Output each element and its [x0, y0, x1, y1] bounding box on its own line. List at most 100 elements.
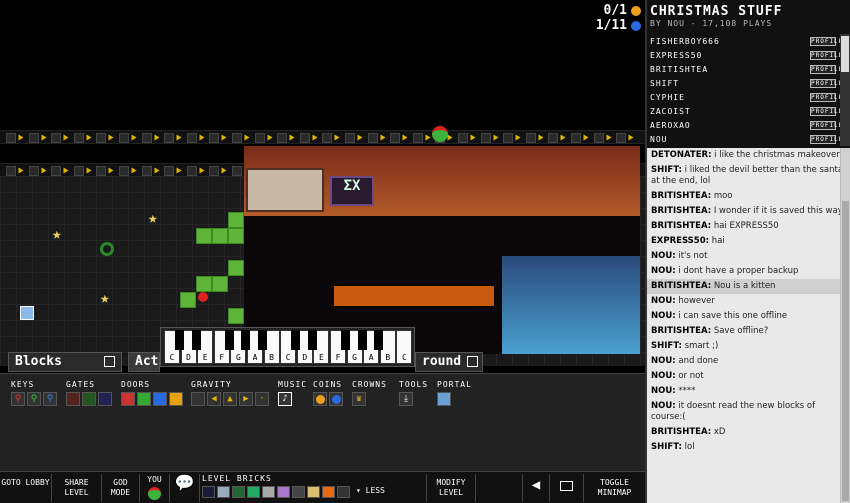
god-mode-button[interactable]: GOD MODE: [102, 474, 140, 502]
blue-coin-count: 1/11: [595, 18, 627, 33]
player-list-scrollbar[interactable]: [840, 34, 850, 146]
profile-button[interactable]: PROFILE: [810, 92, 842, 102]
coins-label: COINS: [313, 380, 343, 389]
piano-black-key[interactable]: [224, 330, 234, 350]
piano-black-key[interactable]: [341, 330, 350, 350]
chat-message: SHIFT: smart ;): [647, 339, 850, 354]
profile-button[interactable]: PROFILE: [810, 106, 842, 116]
brick-swatch[interactable]: [217, 486, 230, 498]
red-key-icon[interactable]: ⚲: [11, 392, 25, 406]
modify-level-button[interactable]: MODIFY LEVEL: [426, 474, 476, 502]
brick-swatch[interactable]: [232, 486, 245, 498]
piano-black-key[interactable]: [307, 330, 317, 350]
art-ice-cave: [502, 256, 640, 354]
profile-button[interactable]: PROFILE: [810, 50, 842, 60]
blue-coin-block-icon[interactable]: [329, 392, 343, 406]
game-canvas[interactable]: 0/1 1/11 ★ ★ ★ ΣX C D E F G A B C D E F …: [0, 0, 645, 373]
red-gate-icon[interactable]: [66, 392, 80, 406]
palette-group-coins: COINS: [313, 380, 343, 406]
green-block: [196, 276, 212, 292]
boost-arrow-icon: [86, 167, 92, 174]
profile-button[interactable]: PROFILE: [810, 120, 842, 130]
boost-arrow-icon: [402, 134, 408, 141]
chat-username: NOU:: [651, 386, 676, 396]
gold-coin-block-icon[interactable]: [313, 392, 327, 406]
green-door-icon[interactable]: [137, 392, 151, 406]
boost-arrow-icon: [380, 134, 386, 141]
brick-swatch[interactable]: [262, 486, 275, 498]
chat-scrollbar-thumb[interactable]: [842, 201, 849, 501]
blue-key-icon[interactable]: ⚲: [43, 392, 57, 406]
player-name: SHIFT: [650, 78, 680, 88]
blue-door-icon[interactable]: [153, 392, 167, 406]
fullscreen-button[interactable]: [550, 474, 584, 502]
blue-gate-icon[interactable]: [98, 392, 112, 406]
less-button[interactable]: ▾ LESS: [356, 486, 385, 498]
portal-icon[interactable]: [437, 392, 451, 406]
chat-scrollbar[interactable]: [840, 148, 850, 503]
brick-swatch[interactable]: [277, 486, 290, 498]
chat-text: it doesnt read the new blocks of course:…: [651, 401, 816, 422]
boost-arrow-icon: [221, 167, 227, 174]
gravity-up-icon[interactable]: ▲: [223, 392, 237, 406]
piano-black-key[interactable]: [175, 330, 184, 350]
scrollbar-thumb[interactable]: [841, 36, 849, 72]
green-key-icon[interactable]: ⚲: [27, 392, 41, 406]
chat-button[interactable]: 💬: [170, 474, 200, 502]
toggle-minimap-button[interactable]: TOGGLE MINIMAP: [584, 474, 645, 502]
share-level-button[interactable]: SHARE LEVEL: [52, 474, 102, 502]
profile-button[interactable]: PROFILE: [810, 64, 842, 74]
piano-black-key[interactable]: [241, 330, 251, 350]
boost-arrow-icon: [86, 134, 92, 141]
keys-label: KEYS: [11, 380, 35, 389]
chat-message: BRITISHTEA: moo: [647, 189, 850, 204]
piano-black-key[interactable]: [258, 330, 267, 350]
blue-coin-icon: [631, 20, 641, 31]
spawn-tool-icon[interactable]: ⤓: [399, 392, 413, 406]
chat-message: NOU: it's not: [647, 249, 850, 264]
tab-action[interactable]: Act: [128, 352, 160, 372]
profile-button[interactable]: PROFILE: [810, 78, 842, 88]
crown-icon[interactable]: ♛: [352, 392, 366, 406]
sun-door-icon[interactable]: [169, 392, 183, 406]
brick-swatch[interactable]: [307, 486, 320, 498]
profile-button[interactable]: PROFILE: [810, 36, 842, 46]
green-block: [228, 228, 244, 244]
piano-black-key[interactable]: [374, 330, 384, 350]
red-door-icon[interactable]: [121, 392, 135, 406]
gravity-dot-icon[interactable]: ·: [255, 392, 269, 406]
chat-username: SHIFT:: [651, 341, 682, 351]
brick-swatch[interactable]: [322, 486, 335, 498]
tab-background[interactable]: round: [415, 352, 483, 372]
green-gate-icon[interactable]: [82, 392, 96, 406]
brick-swatch[interactable]: [292, 486, 305, 498]
gravity-none-icon[interactable]: [191, 392, 205, 406]
gravity-left-icon[interactable]: ◀: [207, 392, 221, 406]
goto-lobby-button[interactable]: GOTO LOBBY: [0, 474, 52, 502]
profile-button[interactable]: PROFILE: [810, 134, 842, 144]
chat-message: SHIFT: lol: [647, 440, 850, 455]
boost-arrow-icon: [447, 134, 453, 141]
toggle-minimap-label: TOGGLE MINIMAP: [597, 478, 632, 497]
you-button[interactable]: YOU: [140, 474, 170, 502]
piano-black-key[interactable]: [191, 330, 201, 350]
boost-arrow-icon: [289, 134, 295, 141]
brick-swatch[interactable]: [202, 486, 215, 498]
piano-black-key[interactable]: [357, 330, 367, 350]
brick-swatch[interactable]: [337, 486, 350, 498]
green-block: [228, 308, 244, 324]
chat-message: DETONATER: i like the christmas makeover: [647, 148, 850, 163]
chat-text: I wonder if it is saved this way: [713, 206, 843, 216]
music-block: [73, 166, 84, 176]
tab-blocks[interactable]: Blocks: [8, 352, 122, 372]
chat-text: Nou is a kitten: [713, 281, 776, 291]
green-block: [212, 276, 228, 292]
chat-text: i dont have a proper backup: [678, 266, 799, 276]
piano-black-key[interactable]: [291, 330, 301, 350]
brick-swatch[interactable]: [247, 486, 260, 498]
gravity-right-icon[interactable]: ▶: [239, 392, 253, 406]
ornament-icon: [198, 292, 208, 302]
music-note-icon[interactable]: ♪: [278, 392, 292, 406]
sound-button[interactable]: ◀: [522, 474, 550, 502]
boost-arrow-icon: [154, 134, 160, 141]
